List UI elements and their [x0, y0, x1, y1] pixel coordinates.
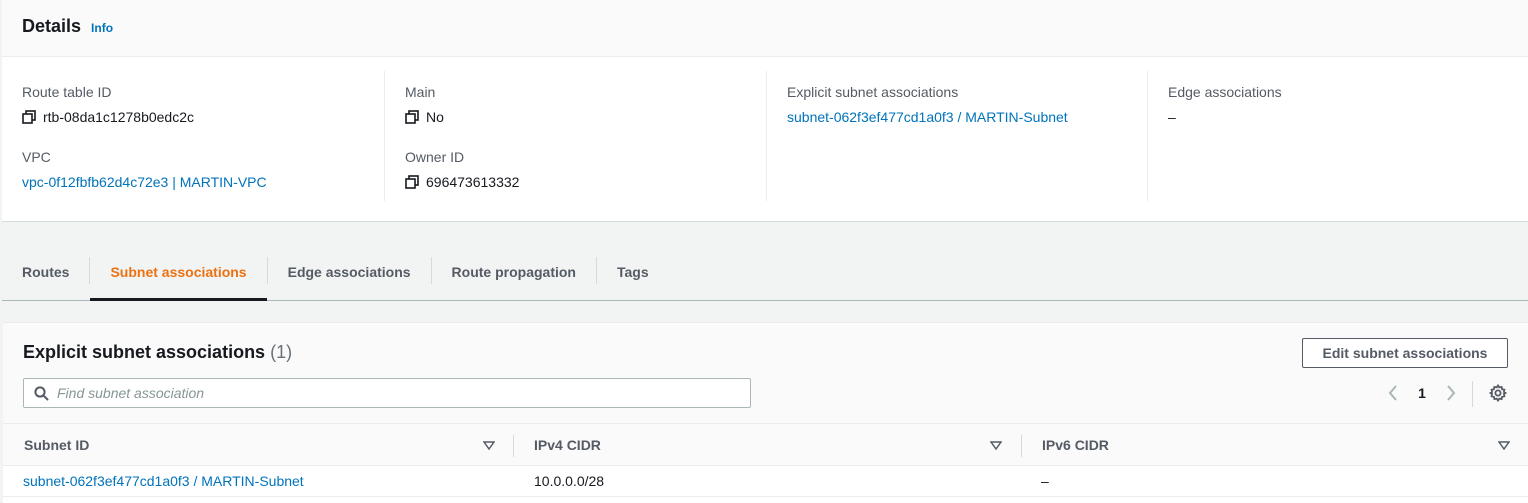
panel-count: (1) — [270, 342, 293, 362]
details-columns: Route table ID rtb-08da1c1278b0edc2c VPC… — [2, 57, 1528, 221]
explicit-subnet-associations-label: Explicit subnet associations — [787, 84, 959, 100]
explicit-subnet-associations-value: subnet-062f3ef477cd1a0f3 / MARTIN-Subnet — [787, 108, 1068, 126]
tab-subnet-associations[interactable]: Subnet associations — [90, 243, 267, 301]
vpc-link[interactable]: vpc-0f12fbfb62d4c72e3 | MARTIN-VPC — [22, 173, 267, 191]
chevron-right-icon — [1447, 385, 1456, 401]
search-box[interactable] — [23, 378, 751, 408]
next-page-button[interactable] — [1441, 381, 1461, 405]
info-link[interactable]: Info — [91, 21, 113, 35]
details-column-1: Route table ID rtb-08da1c1278b0edc2c VPC… — [2, 57, 384, 221]
tab-route-propagation[interactable]: Route propagation — [432, 243, 596, 300]
pager-divider — [1472, 381, 1473, 407]
table-header: Subnet ID IPv4 CIDR IPv6 CIDR — [3, 423, 1528, 466]
main-value: No — [405, 108, 444, 126]
subnet-id-cell: subnet-062f3ef477cd1a0f3 / MARTIN-Subnet — [23, 466, 304, 496]
details-column-3: Explicit subnet associations subnet-062f… — [767, 57, 1148, 221]
copy-icon[interactable] — [22, 110, 36, 124]
details-column-2: Main No Owner ID 696473613332 — [385, 57, 766, 221]
tab-bar: Routes Subnet associations Edge associat… — [2, 243, 1528, 301]
route-table-id-text: rtb-08da1c1278b0edc2c — [43, 109, 195, 125]
edge-associations-field: Edge associations – — [1168, 83, 1282, 126]
copy-icon[interactable] — [405, 175, 419, 189]
caret-down-icon[interactable] — [483, 439, 495, 451]
edit-subnet-associations-button[interactable]: Edit subnet associations — [1302, 338, 1508, 368]
details-column-4: Edge associations – — [1148, 57, 1528, 221]
gear-icon — [1489, 384, 1507, 402]
subnet-id-link[interactable]: subnet-062f3ef477cd1a0f3 / MARTIN-Subnet — [23, 473, 304, 489]
table-row: subnet-062f3ef477cd1a0f3 / MARTIN-Subnet… — [3, 466, 1528, 497]
route-table-id-label: Route table ID — [22, 84, 112, 100]
owner-id-text: 696473613332 — [426, 174, 520, 190]
ipv4-cidr-cell: 10.0.0.0/28 — [534, 473, 605, 489]
preferences-button[interactable] — [1488, 383, 1508, 403]
explicit-subnet-associations-panel: Explicit subnet associations (1) Edit su… — [3, 322, 1528, 503]
tab-routes[interactable]: Routes — [2, 243, 89, 300]
vpc-value: vpc-0f12fbfb62d4c72e3 | MARTIN-VPC — [22, 173, 267, 191]
owner-id-field: Owner ID 696473613332 — [405, 148, 519, 191]
details-panel: Details Info Route table ID rtb-08da1c12… — [2, 0, 1528, 222]
main-text: No — [426, 109, 444, 125]
owner-id-label: Owner ID — [405, 149, 465, 165]
panel-title-text: Explicit subnet associations — [23, 342, 266, 362]
caret-down-icon[interactable] — [990, 439, 1002, 451]
explicit-subnet-link[interactable]: subnet-062f3ef477cd1a0f3 / MARTIN-Subnet — [787, 108, 1068, 126]
tab-tags[interactable]: Tags — [597, 243, 669, 300]
ipv6-cidr-cell: – — [1041, 473, 1049, 489]
copy-icon[interactable] — [405, 110, 419, 124]
chevron-left-icon — [1388, 385, 1397, 401]
search-icon — [34, 385, 49, 400]
edge-associations-value: – — [1168, 109, 1176, 125]
caret-down-icon[interactable] — [1498, 439, 1510, 451]
main-label: Main — [405, 84, 436, 100]
owner-id-value: 696473613332 — [405, 173, 519, 191]
details-header: Details Info — [2, 0, 1528, 57]
tab-edge-associations[interactable]: Edge associations — [268, 243, 431, 300]
search-input[interactable] — [57, 385, 737, 401]
column-separator — [513, 435, 514, 457]
column-header-subnet-id[interactable]: Subnet ID — [24, 424, 89, 466]
column-header-ipv6-cidr[interactable]: IPv6 CIDR — [1042, 424, 1109, 466]
page-number[interactable]: 1 — [1403, 385, 1441, 401]
edge-associations-label: Edge associations — [1168, 84, 1282, 100]
main-field: Main No — [405, 83, 444, 126]
pagination: 1 — [1383, 381, 1461, 405]
panel-header: Explicit subnet associations (1) Edit su… — [3, 323, 1528, 423]
route-table-id-field: Route table ID rtb-08da1c1278b0edc2c — [22, 83, 194, 126]
previous-page-button[interactable] — [1383, 381, 1403, 405]
column-header-ipv4-cidr[interactable]: IPv4 CIDR — [534, 424, 601, 466]
vpc-field: VPC vpc-0f12fbfb62d4c72e3 | MARTIN-VPC — [22, 148, 267, 191]
panel-title: Explicit subnet associations (1) — [23, 342, 292, 363]
vpc-label: VPC — [22, 149, 51, 165]
details-title: Details — [22, 16, 82, 36]
column-separator — [1021, 435, 1022, 457]
explicit-subnet-associations-field: Explicit subnet associations subnet-062f… — [787, 83, 1068, 126]
route-table-id-value: rtb-08da1c1278b0edc2c — [22, 108, 194, 126]
